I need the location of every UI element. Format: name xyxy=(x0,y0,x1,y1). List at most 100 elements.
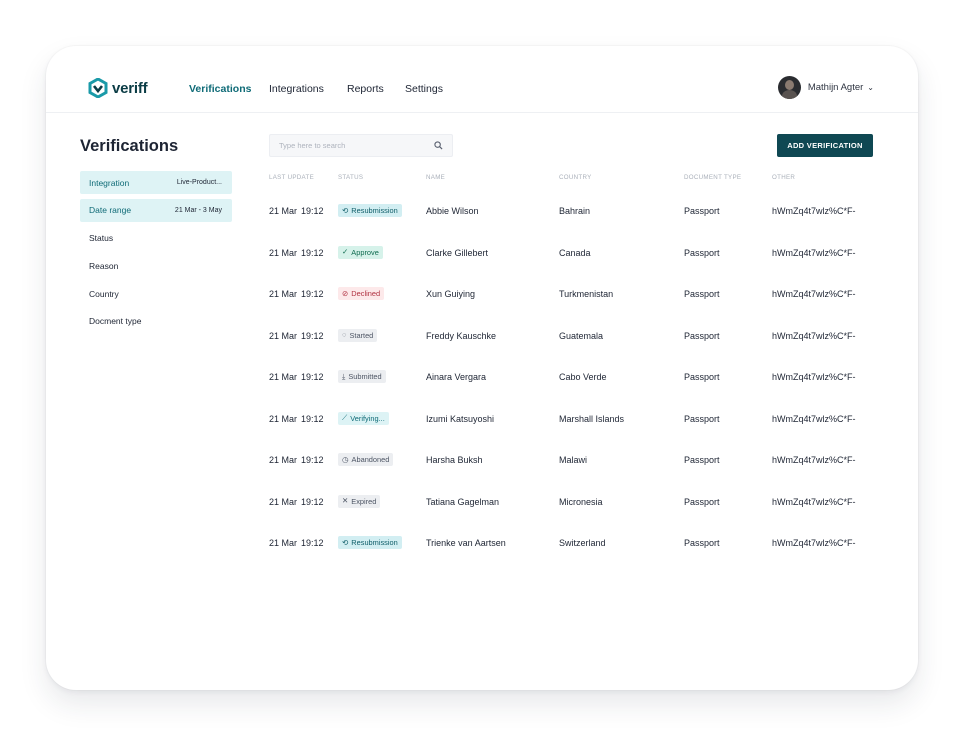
cell-name: Trienke van Aartsen xyxy=(426,538,506,548)
nav-integrations[interactable]: Integrations xyxy=(269,83,324,95)
cell-document-type: Passport xyxy=(684,372,720,382)
filter-integration[interactable]: Integration Live-Product... xyxy=(80,171,232,194)
cell-country: Marshall Islands xyxy=(559,413,625,424)
status-label: Verifying... xyxy=(350,413,385,423)
cell-other: hWmZq4t7wlz%C*F- xyxy=(772,206,856,216)
filter-country[interactable]: Country xyxy=(80,282,232,305)
table-row[interactable]: 21 Mar 19:12 ✓ Approve Clarke Gillebert Canad… xyxy=(269,232,889,274)
cell-name: Tatiana Gagelman xyxy=(426,496,500,507)
cell-document-type: Passport xyxy=(684,455,720,465)
filter-reason[interactable]: Reason xyxy=(80,254,232,277)
search-icon[interactable] xyxy=(434,141,443,150)
status-submitted-icon: ⤓ xyxy=(342,371,346,381)
table-row[interactable]: 21 Mar 19:12 ◷ Abandoned Harsha Buksh Malawi P… xyxy=(269,439,889,481)
user-name: Mathijn Agter xyxy=(807,82,864,93)
col-name[interactable]: NAME xyxy=(426,174,445,181)
cell-name: Xun Guiying xyxy=(426,289,476,299)
cell-name: Izumi Katsuyoshi xyxy=(426,413,495,424)
cell-date: 21 Mar xyxy=(269,247,298,258)
cell-last-update: 21 Mar 19:12 xyxy=(269,372,324,382)
filter-label: Integration xyxy=(89,177,130,188)
cell-other: hWmZq4t7wlz%C*F- xyxy=(772,247,856,258)
status-badge: ✕ Expired xyxy=(338,494,381,508)
filter-document-type[interactable]: Docment type xyxy=(80,310,232,333)
cell-date: 21 Mar xyxy=(269,372,298,382)
page-title: Verifications xyxy=(80,137,179,155)
filter-label: Country xyxy=(89,288,119,299)
cell-last-update: 21 Mar 19:12 xyxy=(269,289,324,299)
status-badge: ⟲ Resubmission xyxy=(338,204,402,217)
cell-country: Switzerland xyxy=(559,538,606,548)
status-label: Resubmission xyxy=(351,206,398,215)
cell-other: hWmZq4t7wlz%C*F- xyxy=(772,289,856,299)
cell-last-update: 21 Mar 19:12 xyxy=(269,331,324,341)
table-row[interactable]: 21 Mar 19:12 ✕ Expired Tatiana Gagelman Micro… xyxy=(269,481,889,523)
logo[interactable]: veriff xyxy=(88,78,148,98)
status-resub-icon: ⟲ xyxy=(342,537,349,547)
col-country[interactable]: COUNTRY xyxy=(559,174,592,181)
status-label: Resubmission xyxy=(351,538,398,547)
cell-last-update: 21 Mar 19:12 xyxy=(269,455,324,465)
cell-date: 21 Mar xyxy=(269,330,298,341)
cell-document-type: Passport xyxy=(684,496,720,507)
top-nav: veriff Verifications Integrations Report… xyxy=(46,46,918,113)
cell-last-update: 21 Mar 19:12 xyxy=(269,206,324,216)
cell-document-type: Passport xyxy=(684,289,720,299)
cell-other: hWmZq4t7wlz%C*F- xyxy=(772,372,856,382)
cell-name: Freddy Kauschke xyxy=(426,330,497,341)
status-label: Submitted xyxy=(348,372,382,381)
app-window: veriff Verifications Integrations Report… xyxy=(46,46,918,690)
col-other[interactable]: OTHER xyxy=(772,174,795,181)
table-row[interactable]: 21 Mar 19:12 ⊘ Declined Xun Guiying Turkmenis… xyxy=(269,273,889,315)
cell-other: hWmZq4t7wlz%C*F- xyxy=(772,496,856,507)
cell-name: Harsha Buksh xyxy=(426,455,483,465)
cell-other: hWmZq4t7wlz%C*F- xyxy=(772,413,856,424)
add-verification-button[interactable]: ADD VERIFICATION xyxy=(777,134,873,157)
cell-name: Clarke Gillebert xyxy=(426,247,489,258)
cell-time: 19:12 xyxy=(301,372,324,382)
cell-time: 19:12 xyxy=(301,206,324,216)
cell-country: Micronesia xyxy=(559,496,603,507)
cell-date: 21 Mar xyxy=(269,455,298,465)
table-row[interactable]: 21 Mar 19:12 ⟲ Resubmission Trienke van Aart… xyxy=(269,522,889,564)
nav-verifications[interactable]: Verifications xyxy=(189,83,251,95)
filter-label: Docment type xyxy=(89,316,142,327)
logo-text: veriff xyxy=(112,79,148,97)
col-document-type[interactable]: DOCUMENT TYPE xyxy=(684,174,741,181)
status-label: Abandoned xyxy=(351,455,390,464)
status-label: Started xyxy=(349,330,374,340)
search-input[interactable]: Type here to search xyxy=(269,134,453,157)
cell-name: Ainara Vergara xyxy=(426,372,487,382)
status-badge: ⤓ Submitted xyxy=(338,370,386,383)
filter-status[interactable]: Status xyxy=(80,227,232,250)
table-row[interactable]: 21 Mar 19:12 ⟲ Resubmission Abbie Wilson Bahr… xyxy=(269,190,889,232)
status-badge: ◷ Abandoned xyxy=(338,453,394,466)
filter-label: Reason xyxy=(89,260,119,271)
cell-document-type: Passport xyxy=(684,538,720,548)
col-last-update[interactable]: LAST UPDATE xyxy=(269,174,314,181)
cell-document-type: Passport xyxy=(684,206,720,216)
status-verifying-icon: ⟋ xyxy=(342,413,348,423)
filter-value: 21 Mar - 3 May xyxy=(174,206,222,214)
table-row[interactable]: 21 Mar 19:12 ⤓ Submitted Ainara Vergara Cabo … xyxy=(269,356,889,398)
cell-other: hWmZq4t7wlz%C*F- xyxy=(772,455,856,465)
cell-date: 21 Mar xyxy=(269,413,298,424)
status-resub-icon: ⟲ xyxy=(342,205,349,215)
nav-settings[interactable]: Settings xyxy=(405,83,443,95)
cell-name: Abbie Wilson xyxy=(426,206,479,216)
filter-label: Status xyxy=(89,233,114,244)
cell-country: Bahrain xyxy=(559,206,591,216)
cell-date: 21 Mar xyxy=(269,206,298,216)
status-badge: ✓ Approve xyxy=(338,245,383,259)
table-row[interactable]: 21 Mar 19:12 ⟋ Verifying... Izumi Katsuyoshi… xyxy=(269,398,889,440)
cell-last-update: 21 Mar 19:12 xyxy=(269,414,324,424)
user-menu[interactable]: Mathijn Agter ⌄ xyxy=(777,76,874,99)
cell-last-update: 21 Mar 19:12 xyxy=(269,538,324,548)
cell-date: 21 Mar xyxy=(269,496,298,507)
table-row[interactable]: 21 Mar 19:12 ◌ Started Freddy Kauschke Guatem… xyxy=(269,315,889,357)
col-status[interactable]: STATUS xyxy=(338,174,363,181)
cell-document-type: Passport xyxy=(684,247,720,258)
filter-date-range[interactable]: Date range 21 Mar - 3 May xyxy=(80,198,232,222)
nav-reports[interactable]: Reports xyxy=(347,83,384,95)
status-approve-icon: ✓ xyxy=(342,247,349,257)
